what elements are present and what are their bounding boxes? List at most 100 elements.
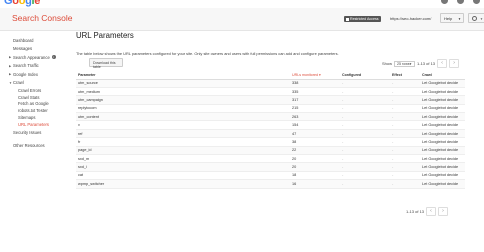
sidebar-item-search-traffic[interactable]: ▶ Search Traffic xyxy=(0,62,68,71)
col-header-parameter[interactable]: Parameter xyxy=(76,71,290,80)
sidebar-item-security-issues[interactable]: Security Issues xyxy=(0,128,68,137)
cell-crawl[interactable]: Let Googlebot decide xyxy=(420,112,465,122)
page-title: URL Parameters xyxy=(76,31,134,40)
cell-parameter: cat xyxy=(76,171,290,181)
page-description: The table below shows the URL parameters… xyxy=(76,51,339,56)
next-page-button[interactable]: › xyxy=(438,207,449,216)
table-row[interactable]: ref 47- - Let Googlebot decide xyxy=(76,129,465,139)
cell-configured: - xyxy=(340,79,390,88)
cell-parameter: utm_source xyxy=(76,79,290,88)
account-icons xyxy=(441,0,480,4)
download-table-button[interactable]: Download this table xyxy=(89,58,123,69)
table-row[interactable]: sxd_i 20- - Let Googlebot decide xyxy=(76,162,465,172)
table-row[interactable]: v 154- - Let Googlebot decide xyxy=(76,120,465,130)
table-row[interactable]: page_id 22- - Let Googlebot decide xyxy=(76,146,465,156)
table-row[interactable]: utm_medium 335- - Let Googlebot decide xyxy=(76,87,465,97)
prev-page-button[interactable]: ‹ xyxy=(437,59,448,68)
cell-crawl[interactable]: Let Googlebot decide xyxy=(420,162,465,172)
cell-parameter: utm_campaign xyxy=(76,95,290,105)
sidebar-item-google-index[interactable]: ▶ Google Index xyxy=(0,70,68,79)
sidebar-item-other-resources[interactable]: Other Resources xyxy=(0,141,68,150)
table-row[interactable]: utm_content 263- - Let Googlebot decide xyxy=(76,112,465,122)
cell-configured: - xyxy=(340,171,390,181)
notifications-icon[interactable] xyxy=(457,0,464,4)
cell-crawl[interactable]: Let Googlebot decide xyxy=(420,154,465,164)
cell-crawl[interactable]: Let Googlebot decide xyxy=(420,179,465,189)
cell-crawl[interactable]: Let Googlebot decide xyxy=(420,104,465,114)
col-header-urls-monitored[interactable]: URLs monitored ▾ xyxy=(290,71,340,80)
sidebar-item-crawl-stats[interactable]: Crawl Stats xyxy=(0,94,68,101)
cell-configured: - xyxy=(340,104,390,114)
cell-parameter: sxd_m xyxy=(76,154,290,164)
sidebar-item-fetch-as-google[interactable]: Fetch as Google xyxy=(0,101,68,108)
cell-urls-monitored: 215 xyxy=(290,104,340,114)
cell-configured: - xyxy=(340,120,390,130)
cell-crawl[interactable]: Let Googlebot decide xyxy=(420,146,465,156)
sidebar-item-crawl[interactable]: ▼ Crawl xyxy=(0,79,68,88)
cell-parameter: utm_content xyxy=(76,112,290,122)
table-row[interactable]: replytocom 215- - Let Googlebot decide xyxy=(76,104,465,114)
sidebar-item-dashboard[interactable]: Dashboard xyxy=(0,36,68,45)
cell-urls-monitored: 154 xyxy=(290,120,340,130)
next-page-button[interactable]: › xyxy=(449,59,460,68)
table-row[interactable]: cat 18- - Let Googlebot decide xyxy=(76,171,465,181)
cell-parameter: sxd_i xyxy=(76,162,290,172)
cell-crawl[interactable]: Let Googlebot decide xyxy=(420,120,465,130)
sidebar-item-messages[interactable]: Messages xyxy=(0,45,68,54)
cell-effect: - xyxy=(390,129,420,139)
col-header-configured[interactable]: Configured xyxy=(340,71,390,80)
settings-button[interactable]: ▼ xyxy=(468,13,484,23)
table-row[interactable]: sxd_m 20- - Let Googlebot decide xyxy=(76,154,465,164)
prev-page-button[interactable]: ‹ xyxy=(426,207,437,216)
cell-crawl[interactable]: Let Googlebot decide xyxy=(420,79,465,88)
sidebar: Dashboard Messages ▶ Search Appearance i ▶… xyxy=(0,31,68,150)
cell-configured: - xyxy=(340,112,390,122)
sidebar-item-url-parameters[interactable]: URL Parameters xyxy=(0,121,68,128)
cell-crawl[interactable]: Let Googlebot decide xyxy=(420,95,465,105)
cell-crawl[interactable]: Let Googlebot decide xyxy=(420,87,465,97)
col-header-effect[interactable]: Effect xyxy=(390,71,420,80)
cell-urls-monitored: 38 xyxy=(290,137,340,147)
cell-configured: - xyxy=(340,179,390,189)
cell-effect: - xyxy=(390,112,420,122)
cell-parameter: wpmp_switcher xyxy=(76,179,290,189)
cell-effect: - xyxy=(390,87,420,97)
lock-icon xyxy=(346,17,349,21)
cell-configured: - xyxy=(340,137,390,147)
restricted-label: Restricted Access xyxy=(350,17,379,21)
rows-per-page-select[interactable]: 25 rows ▼ xyxy=(394,60,416,67)
cell-effect: - xyxy=(390,79,420,88)
table-row[interactable]: utm_source 338- - Let Googlebot decide xyxy=(76,79,465,88)
cell-urls-monitored: 317 xyxy=(290,95,340,105)
range-label: 1-13 of 13 xyxy=(406,209,425,214)
cell-parameter: fr xyxy=(76,137,290,147)
table-row[interactable]: utm_campaign 317- - Let Googlebot decide xyxy=(76,95,465,105)
cell-crawl[interactable]: Let Googlebot decide xyxy=(420,129,465,139)
cell-urls-monitored: 18 xyxy=(290,171,340,181)
cell-effect: - xyxy=(390,120,420,130)
url-parameters-table: Parameter URLs monitored ▾ Configured Ef… xyxy=(76,71,465,189)
sidebar-item-sitemaps[interactable]: Sitemaps xyxy=(0,114,68,121)
table-row[interactable]: wpmp_switcher 16- - Let Googlebot decide xyxy=(76,179,465,189)
pagination-top: Show 25 rows ▼ 1-13 of 13 ‹ › xyxy=(382,59,460,68)
cell-urls-monitored: 20 xyxy=(290,154,340,164)
sidebar-item-crawl-errors[interactable]: Crawl Errors xyxy=(0,87,68,94)
cell-effect: - xyxy=(390,179,420,189)
triangle-right-icon: ▶ xyxy=(9,63,12,68)
app-title[interactable]: Search Console xyxy=(12,13,72,23)
cell-effect: - xyxy=(390,104,420,114)
cell-effect: - xyxy=(390,171,420,181)
google-logo[interactable]: Google xyxy=(4,0,40,7)
apps-icon[interactable] xyxy=(441,0,448,4)
col-header-crawl[interactable]: Crawl xyxy=(420,71,465,80)
pagination-bottom: 1-13 of 13 ‹ › xyxy=(406,207,449,216)
table-row[interactable]: fr 38- - Let Googlebot decide xyxy=(76,137,465,147)
avatar[interactable] xyxy=(473,0,480,4)
cell-crawl[interactable]: Let Googlebot decide xyxy=(420,171,465,181)
info-icon[interactable]: i xyxy=(51,55,56,60)
help-button[interactable]: Help ▼ xyxy=(440,13,464,23)
sidebar-item-search-appearance[interactable]: ▶ Search Appearance i xyxy=(0,53,68,62)
table-header-row: Parameter URLs monitored ▾ Configured Ef… xyxy=(76,71,465,80)
sidebar-item-robots-tester[interactable]: robots.txt Tester xyxy=(0,107,68,114)
cell-crawl[interactable]: Let Googlebot decide xyxy=(420,137,465,147)
